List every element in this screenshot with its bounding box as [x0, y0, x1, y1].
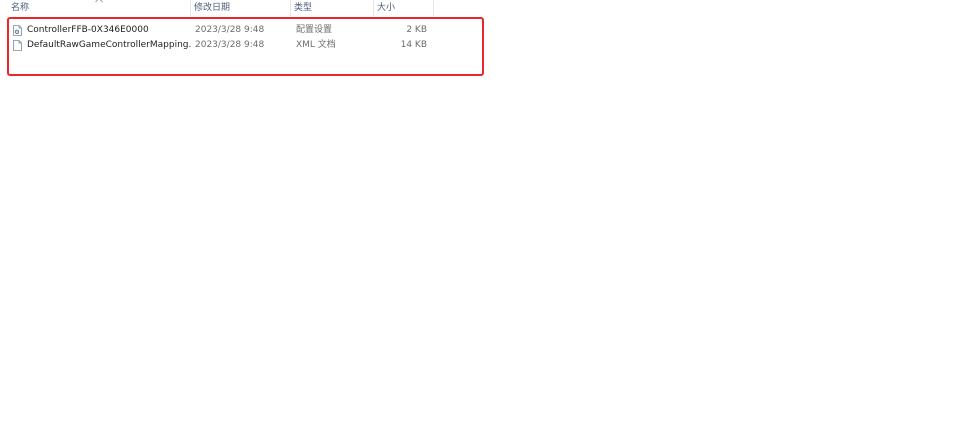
file-size: 14 KB: [400, 40, 427, 50]
file-name: ControllerFFB-0X346E0000: [27, 25, 149, 35]
column-header-modified-label: 修改日期: [194, 3, 231, 13]
column-header-size[interactable]: 大小: [374, 0, 433, 17]
file-modified-date: 2023/3/28 9:48: [195, 25, 265, 35]
file-row[interactable]: DefaultRawGameControllerMapping... 2023/…: [8, 39, 432, 52]
column-divider[interactable]: [433, 0, 434, 16]
sort-ascending-caret-icon: [95, 0, 103, 3]
column-header-name-label: 名称: [11, 3, 30, 13]
column-header-modified[interactable]: 修改日期: [191, 0, 290, 17]
xml-file-icon: [13, 40, 22, 51]
column-header-bar: 名称 修改日期 类型 大小: [0, 0, 434, 17]
file-explorer-view: 名称 修改日期 类型 大小 ControllerFFB-0X346E0000 2…: [0, 0, 966, 428]
config-file-icon: [13, 25, 22, 36]
file-modified-date: 2023/3/28 9:48: [195, 40, 265, 50]
column-header-type-label: 类型: [294, 3, 313, 13]
file-type: 配置设置: [296, 25, 333, 35]
file-row[interactable]: ControllerFFB-0X346E0000 2023/3/28 9:48 …: [8, 24, 432, 37]
column-header-size-label: 大小: [377, 3, 396, 13]
file-name: DefaultRawGameControllerMapping...: [27, 40, 191, 50]
file-type: XML 文档: [296, 40, 336, 50]
file-size: 2 KB: [406, 25, 427, 35]
column-header-type[interactable]: 类型: [291, 0, 373, 17]
